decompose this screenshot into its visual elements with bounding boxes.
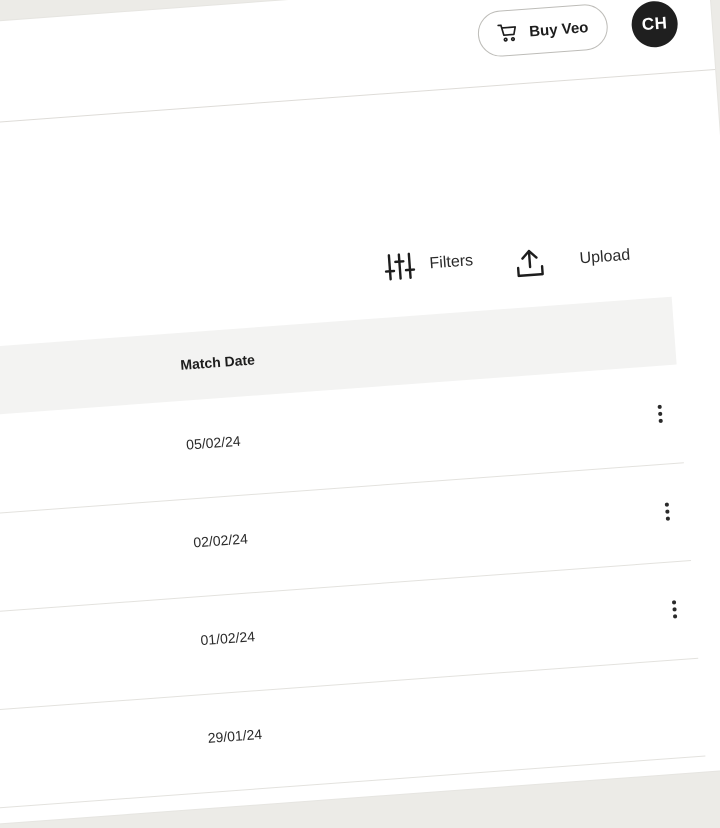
upload-button[interactable]: Upload	[513, 240, 632, 280]
avatar[interactable]: CH	[630, 0, 680, 49]
sliders-icon	[384, 252, 416, 281]
match-date-cell: 02/02/24	[192, 530, 249, 551]
more-vertical-icon[interactable]	[647, 399, 673, 429]
more-vertical-icon[interactable]	[654, 497, 680, 527]
more-vertical-icon[interactable]	[662, 595, 688, 625]
match-date-cell: 01/02/24	[199, 628, 256, 649]
header-divider	[0, 68, 716, 131]
buy-veo-label: Buy Veo	[528, 18, 589, 40]
filters-button[interactable]: Filters	[383, 245, 475, 283]
column-header-match-date[interactable]: Match Date	[180, 351, 256, 372]
upload-icon	[516, 249, 544, 278]
filters-label: Filters	[428, 252, 474, 273]
buy-veo-button[interactable]: Buy Veo	[476, 2, 610, 59]
main-panel: Buy Veo CH Filters Upload Match Date 05/…	[0, 0, 720, 828]
cart-icon	[497, 24, 517, 42]
upload-label: Upload	[579, 246, 631, 268]
match-date-cell: 29/01/24	[207, 725, 263, 746]
match-date-cell: 05/02/24	[185, 432, 242, 453]
